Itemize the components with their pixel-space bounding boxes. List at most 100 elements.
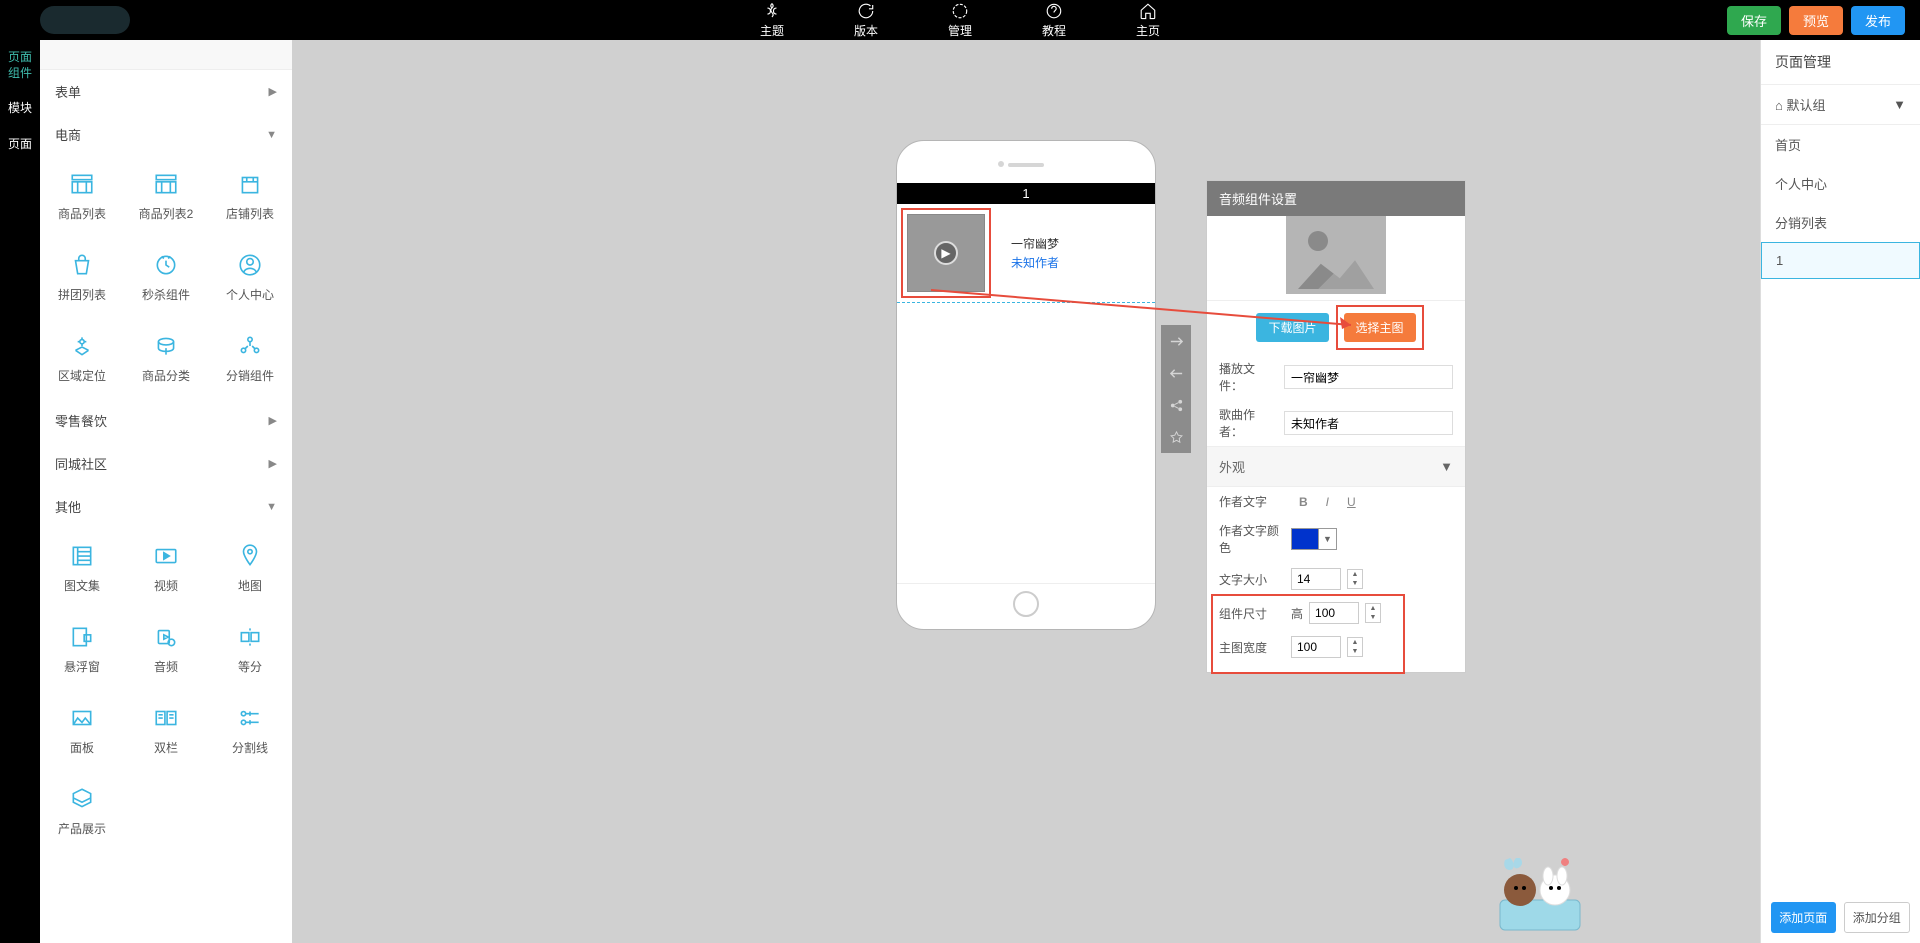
audio-thumbnail[interactable]: ▶ (907, 214, 985, 292)
left-nav: 页面 组件 模块 页面 (0, 40, 40, 943)
underline-button[interactable]: U (1347, 495, 1356, 509)
topbar-center: 主题 版本 管理 教程 主页 (760, 2, 1160, 39)
home-button-icon (1013, 591, 1039, 617)
nav-tutorial[interactable]: 教程 (1042, 2, 1066, 39)
phone-preview: 1 ▶ 一帘幽梦 未知作者 (896, 140, 1156, 630)
chevron-down-icon: ▼ (1893, 97, 1906, 112)
italic-button[interactable]: I (1326, 495, 1329, 509)
chevron-down-icon: ▼ (266, 129, 277, 141)
comp-panel[interactable]: 面板 (40, 690, 124, 771)
comp-group-buy[interactable]: 拼团列表 (40, 237, 124, 318)
author-input[interactable] (1284, 411, 1453, 435)
comp-twocolumn[interactable]: 双栏 (124, 690, 208, 771)
comp-product-list2[interactable]: 商品列表2 (124, 156, 208, 237)
download-image-button[interactable]: 下载图片 (1256, 313, 1328, 342)
color-picker[interactable]: ▼ (1291, 528, 1337, 550)
play-file-input[interactable] (1284, 365, 1453, 389)
spin-up-icon[interactable]: ▲ (1348, 638, 1362, 647)
audio-thumb-selection: ▶ (901, 208, 991, 298)
right-sidebar: 页面管理 ⌂ 默认组 ▼ 首页 个人中心 分销列表 1 添加页面 添加分组 (1760, 40, 1920, 943)
tool-back-icon[interactable] (1161, 357, 1191, 389)
chevron-right-icon: ▶ (269, 85, 277, 98)
nav-manage[interactable]: 管理 (948, 2, 972, 39)
ecommerce-grid: 商品列表 商品列表2 店铺列表 拼团列表 秒杀组件 个人中心 区域定位 商品分类… (40, 156, 292, 399)
rightbar-header: 页面管理 (1761, 40, 1920, 85)
home-icon: ⌂ (1775, 98, 1786, 113)
page-item[interactable]: 分销列表 (1761, 203, 1920, 242)
tool-share-icon[interactable] (1161, 389, 1191, 421)
image-preview (1207, 216, 1465, 301)
comp-distribution[interactable]: 分销组件 (208, 318, 292, 399)
comp-location[interactable]: 区域定位 (40, 318, 124, 399)
comp-product-list[interactable]: 商品列表 (40, 156, 124, 237)
img-width-input[interactable] (1291, 636, 1341, 658)
nav-theme[interactable]: 主题 (760, 2, 784, 39)
spin-down-icon[interactable]: ▼ (1348, 647, 1362, 656)
comp-map[interactable]: 地图 (208, 528, 292, 609)
select-image-button[interactable]: 选择主图 (1344, 313, 1416, 342)
bold-button[interactable]: B (1299, 495, 1308, 509)
section-retail[interactable]: 零售餐饮▶ (40, 399, 292, 442)
preview-button[interactable]: 预览 (1789, 6, 1843, 35)
height-input[interactable] (1309, 602, 1359, 624)
phone-title: 1 (897, 183, 1155, 204)
audio-title: 一帘幽梦 (1011, 235, 1059, 252)
tool-star-icon[interactable] (1161, 421, 1191, 453)
play-file-label: 播放文件： (1219, 360, 1278, 394)
page-item-selected[interactable]: 1 (1761, 242, 1920, 279)
section-community[interactable]: 同城社区▶ (40, 442, 292, 485)
color-dropdown-icon[interactable]: ▼ (1318, 529, 1336, 549)
other-grid: 图文集 视频 地图 悬浮窗 音频 等分 面板 双栏 分割线 产品展示 (40, 528, 292, 852)
comp-category[interactable]: 商品分类 (124, 318, 208, 399)
add-page-button[interactable]: 添加页面 (1771, 902, 1836, 933)
nav-home[interactable]: 主页 (1136, 2, 1160, 39)
tool-arrow-icon[interactable] (1161, 325, 1191, 357)
section-ecommerce[interactable]: 电商▼ (40, 113, 292, 156)
page-item[interactable]: 首页 (1761, 125, 1920, 164)
section-form[interactable]: 表单▶ (40, 70, 292, 113)
canvas[interactable]: 1 ▶ 一帘幽梦 未知作者 (292, 40, 1760, 943)
spin-down-icon[interactable]: ▼ (1348, 579, 1362, 588)
logo (40, 6, 130, 34)
comp-gallery[interactable]: 图文集 (40, 528, 124, 609)
font-size-input[interactable] (1291, 568, 1341, 590)
comp-flash-sale[interactable]: 秒杀组件 (124, 237, 208, 318)
chevron-down-icon: ▼ (266, 501, 277, 513)
phone-content[interactable]: ▶ 一帘幽梦 未知作者 (897, 204, 1155, 584)
play-icon[interactable]: ▶ (934, 241, 958, 265)
comp-float[interactable]: 悬浮窗 (40, 609, 124, 690)
comp-divider[interactable]: 分割线 (208, 690, 292, 771)
author-text-label: 作者文字 (1219, 493, 1285, 510)
canvas-toolbar (1161, 325, 1191, 453)
topbar: 主题 版本 管理 教程 主页 保存 预览 发布 (0, 0, 1920, 40)
mascot-icon (1490, 850, 1590, 935)
chevron-right-icon: ▶ (269, 414, 277, 427)
height-label: 高 (1291, 605, 1303, 622)
settings-header: 音频组件设置 (1207, 181, 1465, 216)
section-other[interactable]: 其他▼ (40, 485, 292, 528)
comp-equal[interactable]: 等分 (208, 609, 292, 690)
nav-components[interactable]: 页面 组件 (0, 40, 40, 91)
publish-button[interactable]: 发布 (1851, 6, 1905, 35)
save-button[interactable]: 保存 (1727, 6, 1781, 35)
nav-version[interactable]: 版本 (854, 2, 878, 39)
spin-up-icon[interactable]: ▲ (1348, 570, 1362, 579)
appearance-accordion[interactable]: 外观▼ (1207, 446, 1465, 487)
audio-author: 未知作者 (1011, 254, 1059, 271)
spin-up-icon[interactable]: ▲ (1366, 604, 1380, 613)
author-label: 歌曲作者： (1219, 406, 1278, 440)
audio-component[interactable]: ▶ 一帘幽梦 未知作者 (897, 204, 1155, 303)
font-size-label: 文字大小 (1219, 571, 1285, 588)
comp-showcase[interactable]: 产品展示 (40, 771, 124, 852)
spin-down-icon[interactable]: ▼ (1366, 613, 1380, 622)
nav-modules[interactable]: 模块 (0, 91, 40, 127)
nav-pages[interactable]: 页面 (0, 127, 40, 163)
comp-size-label: 组件尺寸 (1219, 605, 1285, 622)
comp-shop-list[interactable]: 店铺列表 (208, 156, 292, 237)
comp-audio[interactable]: 音频 (124, 609, 208, 690)
page-item[interactable]: 个人中心 (1761, 164, 1920, 203)
add-group-button[interactable]: 添加分组 (1844, 902, 1911, 933)
page-group[interactable]: ⌂ 默认组 ▼ (1761, 85, 1920, 125)
comp-video[interactable]: 视频 (124, 528, 208, 609)
comp-user-center[interactable]: 个人中心 (208, 237, 292, 318)
